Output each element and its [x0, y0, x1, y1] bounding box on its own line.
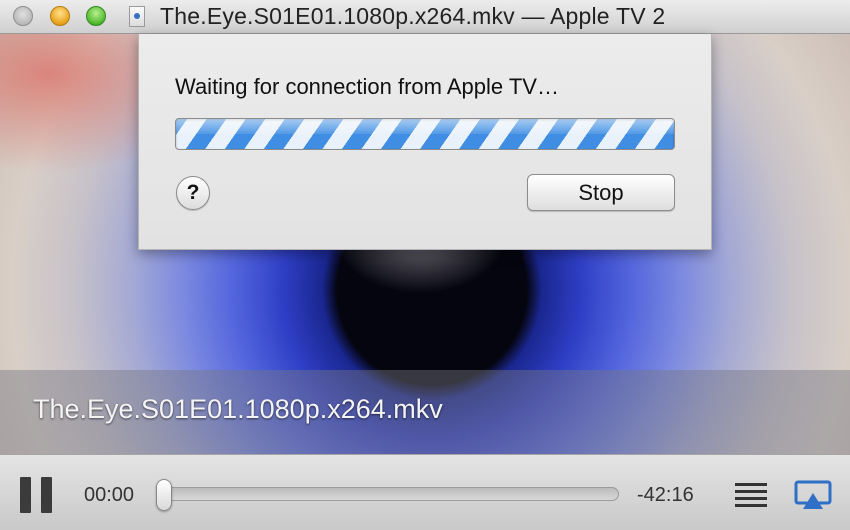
airplay-button[interactable] — [794, 479, 832, 511]
close-button[interactable] — [13, 6, 33, 26]
pause-button[interactable] — [20, 477, 54, 513]
airplay-connection-sheet: Waiting for connection from Apple TV… ? … — [138, 34, 712, 250]
minimize-button[interactable] — [50, 6, 70, 26]
window-title: The.Eye.S01E01.1080p.x264.mkv — Apple TV… — [160, 3, 666, 29]
playback-controls: 00:00 -42:16 — [0, 454, 850, 530]
playlist-button[interactable] — [735, 481, 767, 509]
video-filename: The.Eye.S01E01.1080p.x264.mkv — [33, 394, 443, 424]
elapsed-time: 00:00 — [84, 484, 135, 506]
document-icon[interactable] — [129, 6, 145, 27]
connection-message: Waiting for connection from Apple TV… — [175, 74, 559, 99]
seek-handle[interactable] — [156, 479, 172, 511]
title-bar: The.Eye.S01E01.1080p.x264.mkv — Apple TV… — [0, 0, 850, 34]
remaining-time: -42:16 — [637, 484, 694, 506]
pause-icon-bar-left — [20, 477, 31, 513]
seek-bar[interactable] — [161, 487, 619, 501]
filename-overlay: The.Eye.S01E01.1080p.x264.mkv — [0, 370, 850, 454]
pause-icon-bar-right — [41, 477, 52, 513]
zoom-button[interactable] — [86, 6, 106, 26]
airplay-icon — [794, 480, 832, 509]
stop-button[interactable]: Stop — [527, 174, 675, 211]
connection-progress-bar — [175, 118, 675, 150]
help-button[interactable]: ? — [176, 176, 210, 210]
